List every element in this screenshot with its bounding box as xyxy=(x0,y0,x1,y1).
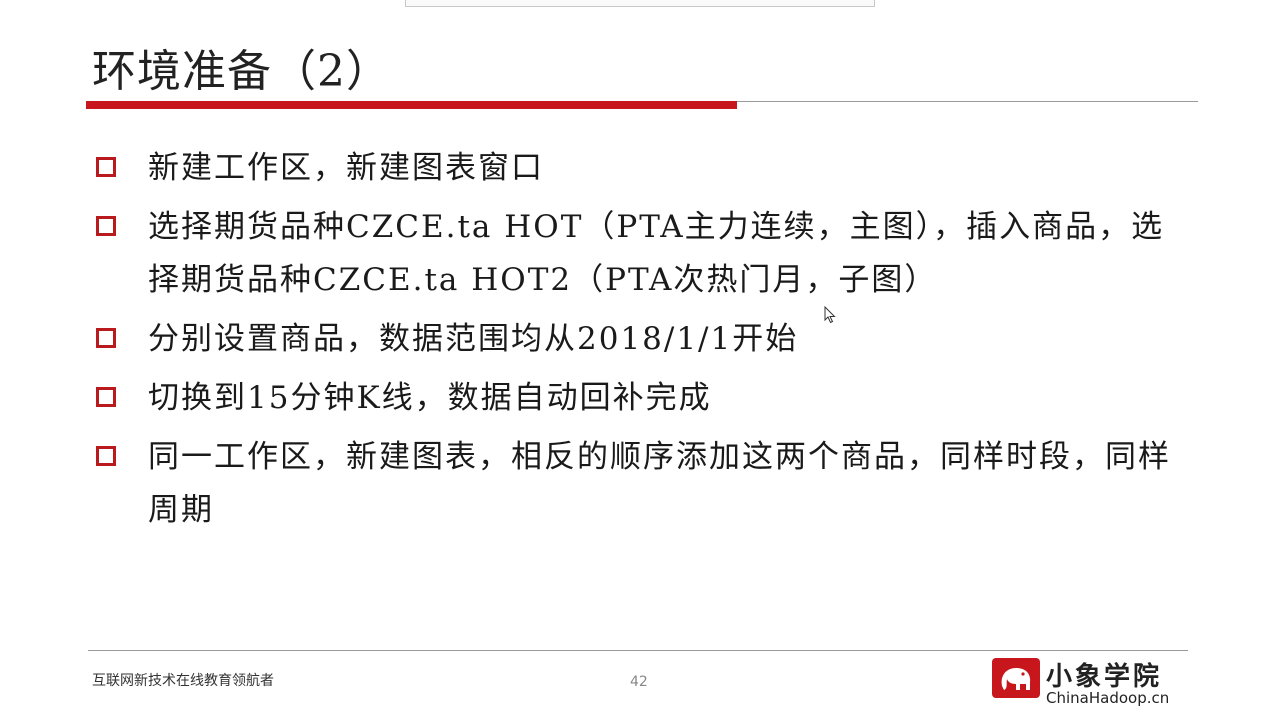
elephant-icon xyxy=(992,658,1040,698)
bullet-item: 分别设置商品，数据范围均从2018/1/1开始 xyxy=(94,313,1184,366)
footer-rule xyxy=(88,650,1188,651)
square-bullet-icon xyxy=(96,446,116,466)
footer-tagline: 互联网新技术在线教育领航者 xyxy=(92,673,274,689)
mouse-cursor-icon xyxy=(824,305,836,328)
bullet-list: 新建工作区，新建图表窗口 选择期货品种CZCE.ta HOT（PTA主力连续，主… xyxy=(94,142,1184,537)
brand-logo: 小象学院 ChinaHadoop.cn xyxy=(992,658,1192,714)
bullet-text: 分别设置商品，数据范围均从2018/1/1开始 xyxy=(148,321,799,357)
window-tab xyxy=(405,0,875,7)
bullet-item: 选择期货品种CZCE.ta HOT（PTA主力连续，主图），插入商品，选择期货品… xyxy=(94,201,1184,307)
bullet-text: 新建工作区，新建图表窗口 xyxy=(148,150,544,186)
square-bullet-icon xyxy=(96,216,116,236)
bullet-text: 切换到15分钟K线，数据自动回补完成 xyxy=(148,380,712,416)
title-underline-rule xyxy=(737,101,1198,102)
page-number: 42 xyxy=(630,674,648,690)
bullet-text: 同一工作区，新建图表，相反的顺序添加这两个商品，同样时段，同样周期 xyxy=(148,439,1171,528)
bullet-item: 同一工作区，新建图表，相反的顺序添加这两个商品，同样时段，同样周期 xyxy=(94,431,1184,537)
brand-name: 小象学院 xyxy=(1046,662,1163,692)
title-underline-accent xyxy=(86,101,737,109)
bullet-text: 选择期货品种CZCE.ta HOT（PTA主力连续，主图），插入商品，选择期货品… xyxy=(148,209,1165,298)
square-bullet-icon xyxy=(96,328,116,348)
square-bullet-icon xyxy=(96,387,116,407)
bullet-item: 新建工作区，新建图表窗口 xyxy=(94,142,1184,195)
slide-title: 环境准备（2） xyxy=(92,46,391,97)
bullet-item: 切换到15分钟K线，数据自动回补完成 xyxy=(94,372,1184,425)
brand-domain: ChinaHadoop.cn xyxy=(1046,689,1170,707)
square-bullet-icon xyxy=(96,157,116,177)
